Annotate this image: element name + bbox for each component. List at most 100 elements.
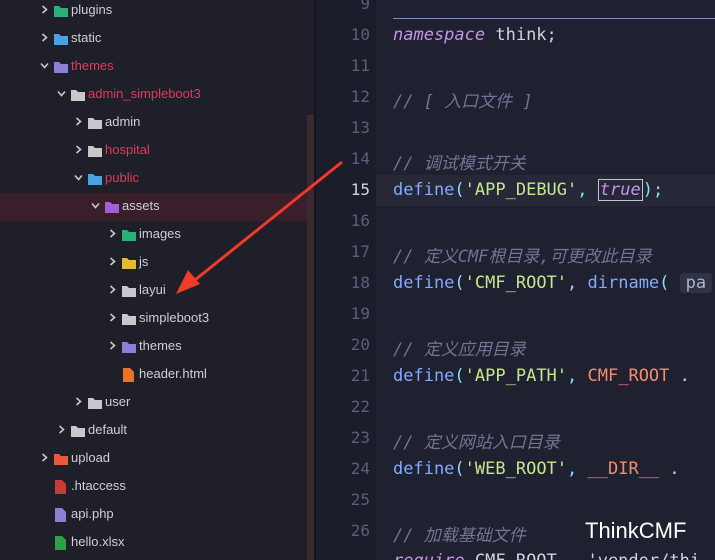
chevron-right-icon[interactable] — [57, 425, 65, 434]
chevron-right-icon[interactable] — [108, 285, 116, 294]
code-text: CMF_ROOT . 'vendor/thi — [465, 551, 700, 560]
line-number: 11 — [350, 56, 370, 75]
tree-item-label: public — [105, 170, 139, 185]
line-number: 16 — [350, 211, 370, 230]
tree-item-label: plugins — [71, 2, 113, 17]
code-line-17[interactable]: // 定义CMF根目录,可更改此目录 — [393, 242, 652, 267]
folder-icon — [87, 395, 103, 411]
tree-item-label: api.php — [71, 506, 114, 521]
html5-file-icon — [121, 367, 137, 383]
line-number: 12 — [350, 87, 370, 106]
line-number: 13 — [350, 118, 370, 137]
constant-dir: __DIR__ — [587, 459, 660, 479]
code-line-14[interactable]: // 调试模式开关 — [393, 149, 526, 174]
tree-item-label: themes — [71, 58, 114, 73]
line-number: 24 — [350, 459, 370, 478]
punct: ( — [454, 459, 465, 479]
line-number: 9 — [360, 0, 370, 13]
tree-item-api-php[interactable]: api.php — [0, 501, 307, 529]
plugin-folder-icon — [53, 3, 69, 19]
tree-item-hello-xlsx[interactable]: hello.xlsx — [0, 529, 307, 557]
indent-guide-line — [393, 18, 715, 19]
code-text: . — [669, 366, 690, 386]
chevron-right-icon[interactable] — [74, 397, 82, 406]
punct: ( — [454, 273, 465, 293]
parameter-hint: pa — [679, 273, 713, 293]
code-line-24[interactable]: define('WEB_ROOT', __DIR__ . — [393, 459, 680, 479]
tree-item-plugins[interactable]: plugins — [0, 0, 307, 25]
constant-cmf-root: CMF_ROOT — [587, 366, 670, 386]
chevron-right-icon[interactable] — [40, 453, 48, 462]
tree-item-admin[interactable]: admin — [0, 109, 307, 137]
chevron-right-icon[interactable] — [108, 313, 116, 322]
upload-folder-icon — [53, 451, 69, 467]
tree-item-upload[interactable]: upload — [0, 445, 307, 473]
chevron-right-icon[interactable] — [40, 33, 48, 42]
tree-item-label: js — [139, 254, 149, 269]
sidebar-scrollbar[interactable] — [307, 115, 314, 560]
php-file-icon — [53, 507, 69, 523]
folder-icon — [87, 143, 103, 159]
tree-item-js[interactable]: js — [0, 249, 307, 277]
punct: , — [567, 459, 588, 479]
folder-icon — [87, 115, 103, 131]
chevron-right-icon[interactable] — [108, 257, 116, 266]
tree-item-label: static — [71, 30, 102, 45]
tree-item--htaccess[interactable]: .htaccess — [0, 473, 307, 501]
chevron-right-icon[interactable] — [74, 117, 82, 126]
keyword-namespace: namespace — [393, 25, 486, 45]
code-line-15[interactable]: define('APP_DEBUG', true); — [393, 179, 663, 201]
line-number: 20 — [350, 335, 370, 354]
folder-icon — [121, 283, 137, 299]
boolean-true-selected[interactable]: true — [597, 179, 643, 201]
code-editor[interactable]: 9 10 11 12 13 14 15 16 17 18 19 20 21 22 23 24 25 26 name… — [316, 0, 715, 560]
string-app-debug: 'APP_DEBUG' — [464, 180, 578, 200]
chevron-right-icon[interactable] — [108, 229, 116, 238]
tree-item-header-html[interactable]: header.html — [0, 361, 307, 389]
chevron-right-icon[interactable] — [108, 341, 116, 350]
tree-item-label: hello.xlsx — [71, 534, 125, 549]
tree-item-images[interactable]: images — [0, 221, 307, 249]
tree-item-admin-simpleboot3[interactable]: admin_simpleboot3 — [0, 81, 307, 109]
images-folder-icon — [121, 227, 137, 243]
code-line-12[interactable]: // [ 入口文件 ] — [393, 87, 533, 112]
punct: ( — [454, 366, 465, 386]
function-define: define — [393, 366, 455, 386]
assets-folder-icon — [104, 199, 120, 215]
code-line-23[interactable]: // 定义网站入口目录 — [393, 428, 560, 453]
punct: , — [577, 180, 598, 200]
tree-item-simpleboot3[interactable]: simpleboot3 — [0, 305, 307, 333]
chevron-down-icon[interactable] — [40, 61, 49, 69]
tree-item-label: .htaccess — [71, 478, 126, 493]
code-line-21[interactable]: define('APP_PATH', CMF_ROOT . — [393, 366, 690, 386]
function-define: define — [393, 273, 455, 293]
tree-item-themes[interactable]: themes — [0, 53, 307, 81]
code-line-27[interactable]: require CMF_ROOT . 'vendor/thi — [393, 551, 700, 560]
chevron-down-icon[interactable] — [74, 173, 83, 181]
tree-item-layui[interactable]: layui — [0, 277, 307, 305]
chevron-down-icon[interactable] — [57, 89, 66, 97]
tree-item-static[interactable]: static — [0, 25, 307, 53]
tree-item-label: user — [105, 394, 131, 409]
chevron-down-icon[interactable] — [91, 201, 100, 209]
code-line-18[interactable]: define('CMF_ROOT', dirname( pa — [393, 273, 713, 293]
themes-folder-icon — [53, 59, 69, 75]
tree-item-hospital[interactable]: hospital — [0, 137, 307, 165]
tree-item-public[interactable]: public — [0, 165, 307, 193]
tree-item-user[interactable]: user — [0, 389, 307, 417]
line-number: 25 — [350, 490, 370, 509]
chevron-right-icon[interactable] — [74, 145, 82, 154]
tree-item-assets[interactable]: assets — [0, 193, 307, 221]
line-number: 18 — [350, 273, 370, 292]
line-number: 22 — [350, 397, 370, 416]
file-explorer-sidebar: plugins static themes admin_simpleboot3admi… — [0, 0, 314, 560]
tree-item-themes[interactable]: themes — [0, 333, 307, 361]
code-line-20[interactable]: // 定义应用目录 — [393, 335, 526, 360]
code-line-10[interactable]: namespace think; — [393, 25, 557, 45]
punct: , — [567, 273, 588, 293]
tree-item-default[interactable]: default — [0, 417, 307, 445]
code-line-26[interactable]: // 加载基础文件 — [393, 521, 526, 546]
tree-item-label: header.html — [139, 366, 207, 381]
chevron-right-icon[interactable] — [40, 5, 48, 14]
tree-item-label: admin_simpleboot3 — [88, 86, 201, 101]
